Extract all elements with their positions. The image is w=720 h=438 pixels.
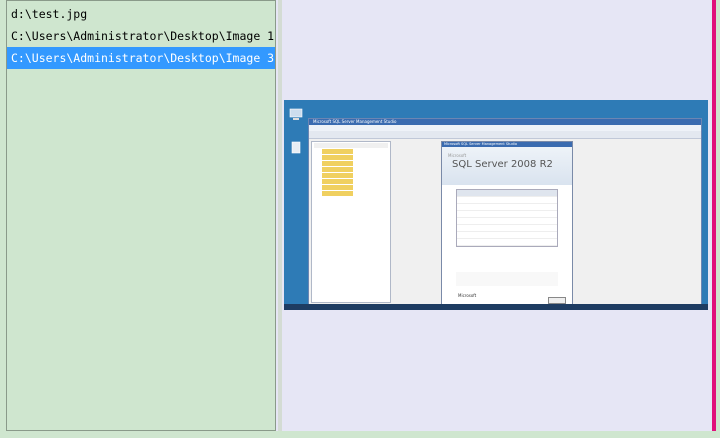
microsoft-logo: Microsoft xyxy=(458,293,477,298)
tree-node xyxy=(322,191,354,196)
table-row xyxy=(457,239,557,246)
file-list[interactable]: d:\test.jpg C:\Users\Administrator\Deskt… xyxy=(6,0,276,431)
ok-button xyxy=(548,297,566,304)
brand-mark: Microsoft xyxy=(448,153,467,158)
splitter[interactable] xyxy=(278,0,282,438)
image-preview: Microsoft SQL Server Management Studio M… xyxy=(284,100,708,310)
table-row xyxy=(457,197,557,204)
computer-icon xyxy=(289,108,303,120)
file-item[interactable]: d:\test.jpg xyxy=(7,3,275,25)
tree-node xyxy=(322,179,354,184)
file-item[interactable]: C:\Users\Administrator\Desktop\Image 1.j… xyxy=(7,25,275,47)
tree-node xyxy=(322,149,354,154)
tree-node xyxy=(322,161,354,166)
product-logo: Microsoft SQL Server 2008 R2 xyxy=(442,147,572,185)
component-table xyxy=(456,189,558,247)
ssms-toolbar xyxy=(309,131,701,139)
file-item-selected[interactable]: C:\Users\Administrator\Desktop\Image 3.j… xyxy=(7,47,275,69)
table-row xyxy=(457,225,557,232)
table-row xyxy=(457,204,557,211)
right-border xyxy=(716,0,720,438)
tree-node xyxy=(314,143,388,148)
bottom-border xyxy=(0,431,720,438)
tree-node xyxy=(322,173,354,178)
tree-node xyxy=(322,167,354,172)
table-row xyxy=(457,190,557,197)
tree-node xyxy=(322,185,354,190)
table-row xyxy=(457,218,557,225)
object-explorer xyxy=(311,141,391,303)
tree-node xyxy=(322,155,354,160)
table-row xyxy=(457,232,557,239)
table-row xyxy=(457,211,557,218)
taskbar xyxy=(284,304,708,310)
about-dialog: Microsoft SQL Server Management Studio M… xyxy=(441,141,573,307)
recycle-bin-icon xyxy=(291,141,301,154)
about-text xyxy=(456,272,558,286)
product-name: SQL Server 2008 R2 xyxy=(452,159,553,170)
ssms-window: Microsoft SQL Server Management Studio M… xyxy=(308,118,702,308)
